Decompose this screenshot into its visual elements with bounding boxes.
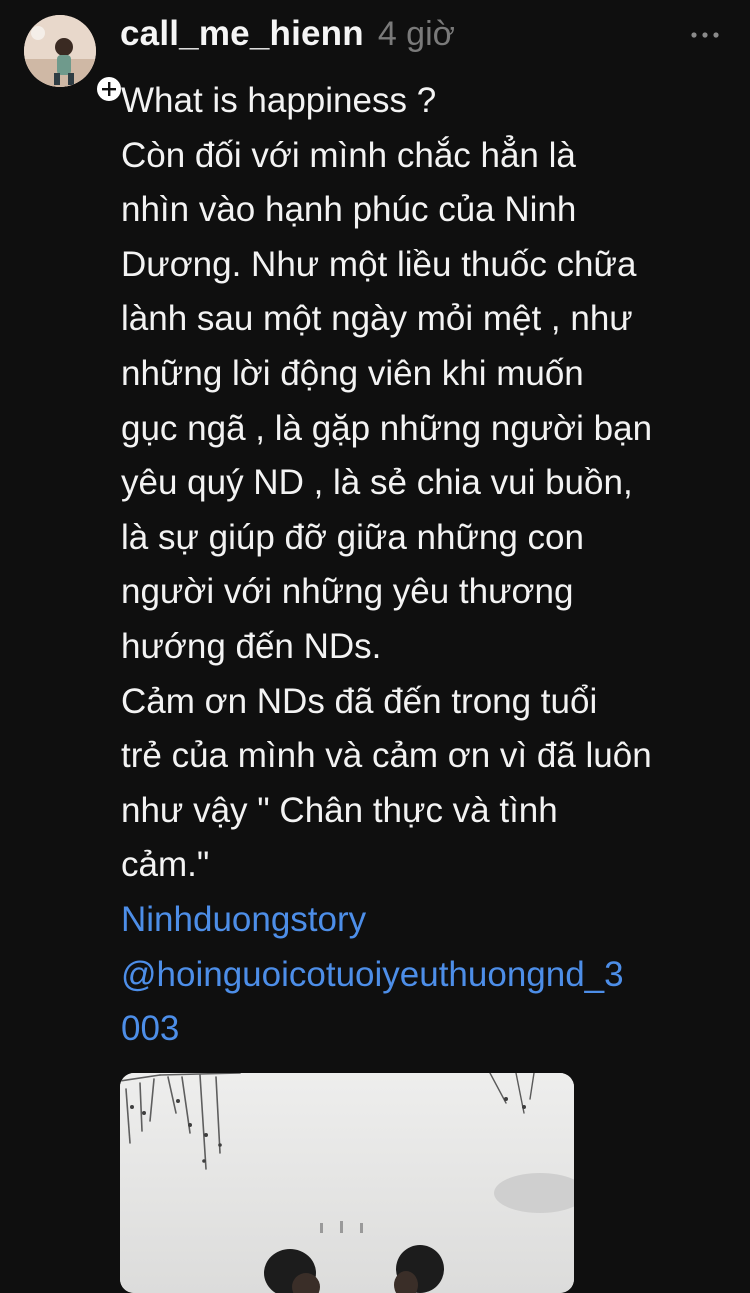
body-line: Còn đối với mình chắc hẳn là xyxy=(121,135,576,175)
body-line: lành sau một ngày mỏi mệt , như xyxy=(121,299,633,339)
body-line: hướng đến NDs. xyxy=(121,626,382,666)
body-line: gục ngã , là gặp những người bạn xyxy=(121,408,653,448)
hashtag-link[interactable]: Ninhduongstory xyxy=(121,893,746,948)
body-line: người với những yêu thương xyxy=(121,572,574,612)
body-line: yêu quý ND , là sẻ chia vui buồn, xyxy=(121,463,633,503)
more-icon xyxy=(691,32,719,38)
more-button[interactable] xyxy=(690,22,720,48)
body-line: trẻ của mình và cảm ơn vì đã luôn xyxy=(121,736,652,776)
avatar[interactable] xyxy=(24,15,96,87)
body-line: những lời động viên khi muốn xyxy=(121,353,584,393)
mention-link-continued[interactable]: 003 xyxy=(121,1002,746,1057)
body-line: What is happiness ? xyxy=(121,81,437,120)
body-line: nhìn vào hạnh phúc của Ninh xyxy=(121,190,577,230)
mention-link[interactable]: @hoinguoicotuoiyeuthuongnd_3 xyxy=(121,948,746,1003)
post-image[interactable] xyxy=(120,1073,574,1293)
photo-illustration xyxy=(120,1073,574,1293)
body-line: Cảm ơn NDs đã đến trong tuổi xyxy=(121,681,598,721)
body-line: là sự giúp đỡ giữa những con xyxy=(121,517,584,557)
body-line: Dương. Như một liều thuốc chữa xyxy=(121,244,637,284)
username[interactable]: call_me_hienn xyxy=(120,14,364,54)
avatar-container[interactable] xyxy=(24,15,124,104)
post-body: What is happiness ? Còn đối với mình chắ… xyxy=(121,74,746,1057)
plus-icon xyxy=(102,82,116,96)
body-line: cảm." xyxy=(121,845,210,885)
post-header: call_me_hienn 4 giờ xyxy=(120,14,455,62)
follow-button[interactable] xyxy=(94,74,124,104)
body-line: như vậy " Chân thực và tình xyxy=(121,790,558,830)
timestamp: 4 giờ xyxy=(377,15,455,53)
